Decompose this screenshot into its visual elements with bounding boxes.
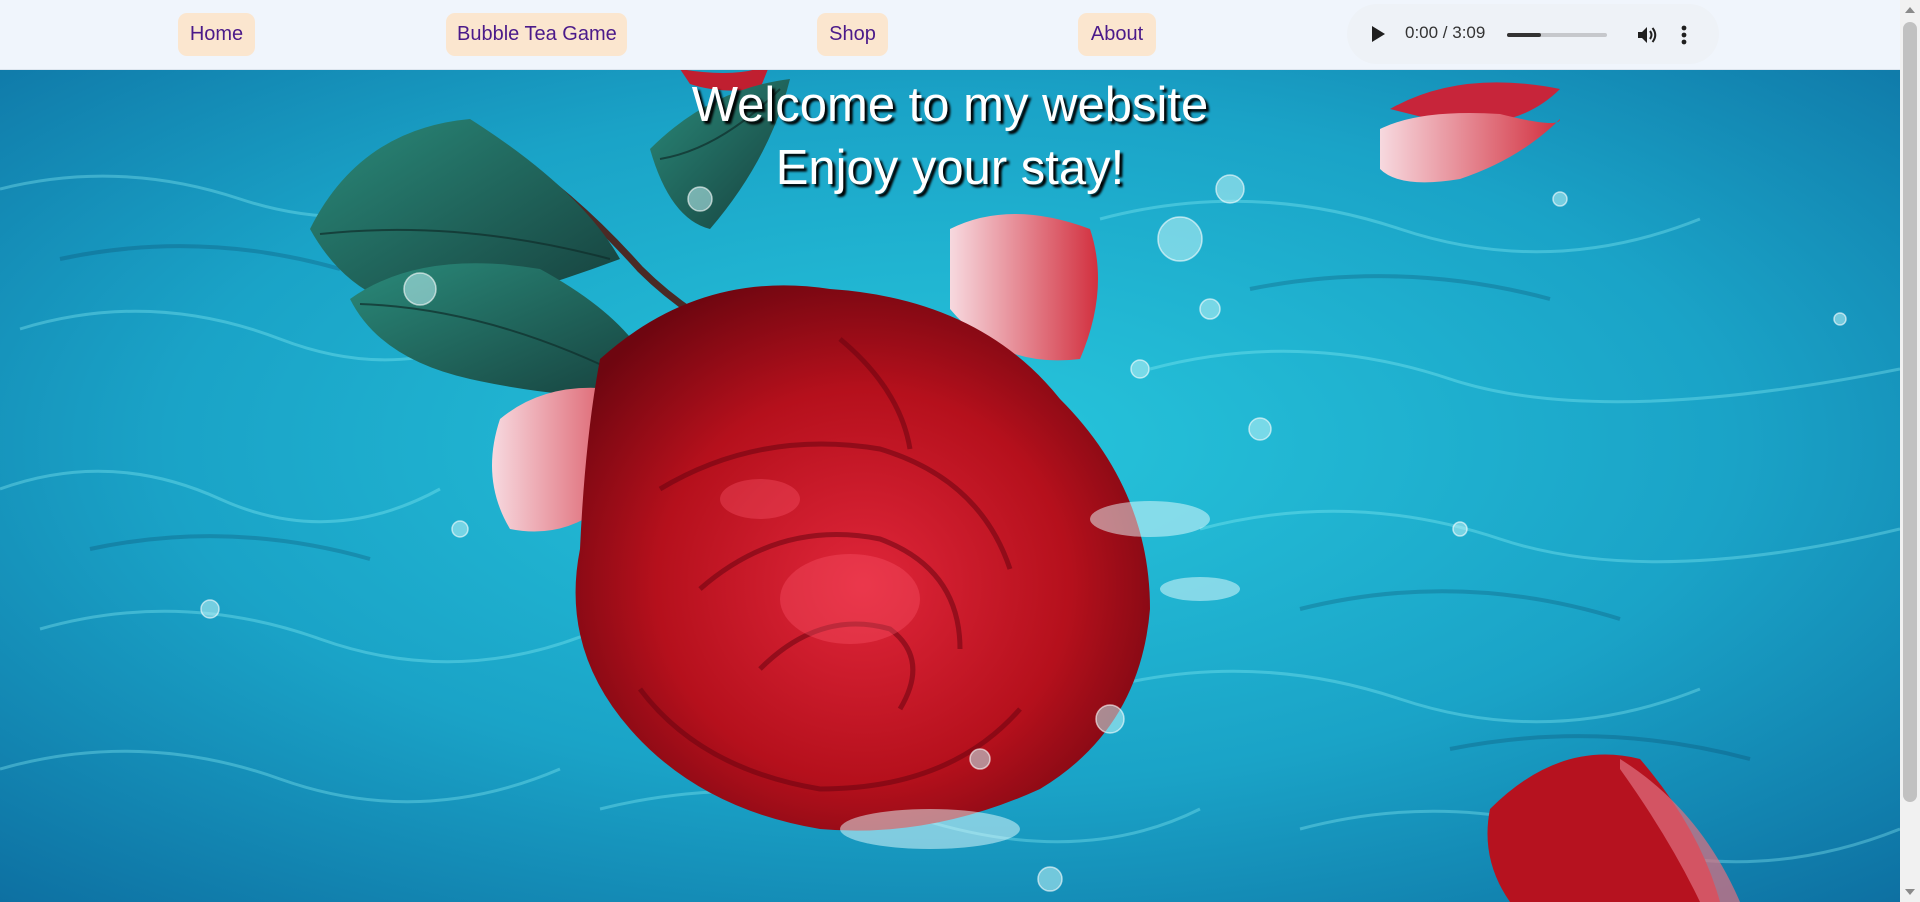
audio-seek-bar[interactable] (1507, 33, 1607, 37)
top-navbar: Home Bubble Tea Game Shop About 0:00 / 3… (0, 0, 1900, 70)
scroll-down-arrow-icon[interactable] (1905, 889, 1915, 895)
volume-icon[interactable] (1637, 25, 1659, 45)
page-scrollbar[interactable] (1900, 0, 1920, 902)
audio-seek-progress (1507, 33, 1541, 37)
hero-title-welcome: Welcome to my website (691, 78, 1209, 132)
play-icon[interactable] (1372, 26, 1385, 42)
nav-home-button[interactable]: Home (178, 13, 255, 56)
scroll-up-arrow-icon[interactable] (1905, 7, 1915, 13)
more-options-icon[interactable] (1681, 24, 1687, 46)
scrollbar-thumb[interactable] (1903, 22, 1917, 802)
audio-time-display: 0:00 / 3:09 (1405, 23, 1486, 42)
nav-about-button[interactable]: About (1078, 13, 1156, 56)
audio-player: 0:00 / 3:09 (1347, 4, 1719, 64)
nav-bubble-tea-game-button[interactable]: Bubble Tea Game (446, 13, 627, 56)
nav-shop-button[interactable]: Shop (817, 13, 888, 56)
hero-subtitle-enjoy: Enjoy your stay! (775, 141, 1125, 195)
